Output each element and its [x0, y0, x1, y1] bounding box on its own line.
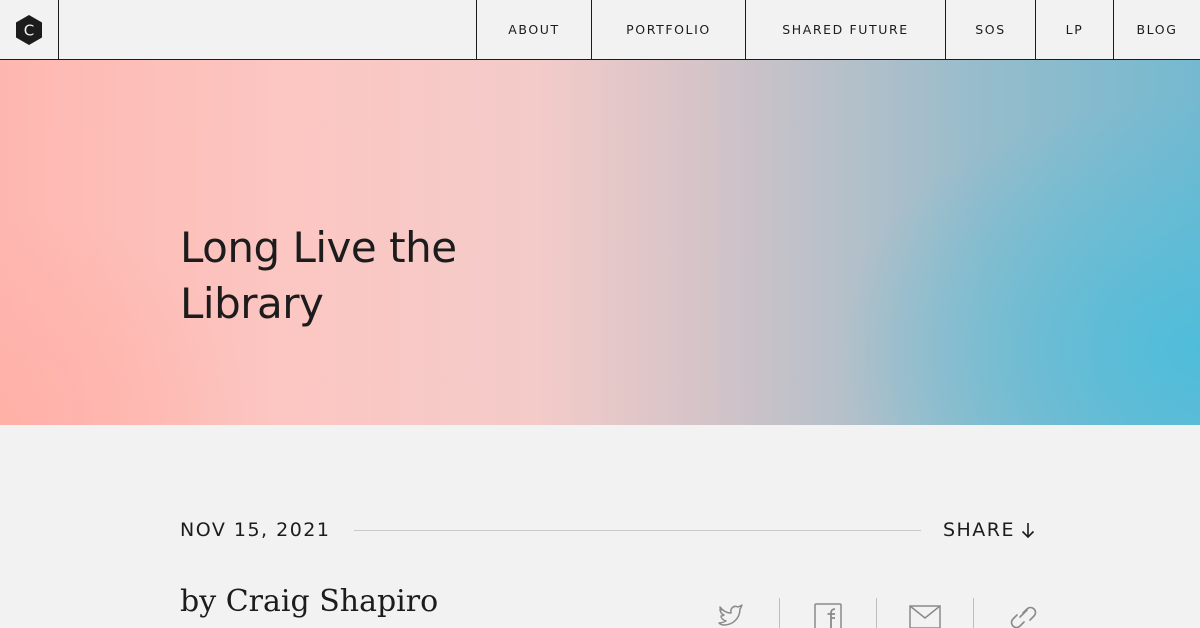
nav-sos[interactable]: SOS	[945, 0, 1035, 59]
share-facebook-button[interactable]	[797, 598, 859, 628]
nav-lp[interactable]: LP	[1035, 0, 1113, 59]
share-twitter-button[interactable]	[700, 598, 762, 628]
share-divider	[973, 598, 974, 628]
post-byline: by Craig Shapiro	[180, 584, 439, 619]
post-date: NOV 15, 2021	[180, 519, 331, 541]
link-icon	[1010, 606, 1037, 628]
share-icon-row	[700, 598, 1053, 628]
share-divider	[779, 598, 780, 628]
share-toggle-button[interactable]: SHARE	[943, 519, 1035, 541]
share-email-button[interactable]	[894, 598, 956, 628]
twitter-icon	[718, 604, 743, 626]
nav-portfolio[interactable]: PORTFOLIO	[591, 0, 745, 59]
meta-divider	[354, 529, 921, 531]
nav-blog[interactable]: BLOG	[1113, 0, 1200, 59]
logo-letter: C	[24, 21, 34, 39]
hero-banner: Long Live the Library	[0, 60, 1200, 425]
facebook-icon	[814, 603, 842, 628]
logo-link[interactable]: C	[0, 0, 59, 59]
hexagon-logo-icon: C	[16, 14, 42, 45]
main-nav: ABOUT PORTFOLIO SHARED FUTURE SOS LP BLO…	[476, 0, 1200, 59]
nav-about[interactable]: ABOUT	[476, 0, 591, 59]
post-meta-row: NOV 15, 2021 SHARE	[180, 515, 1035, 545]
email-icon	[909, 605, 941, 628]
post-title: Long Live the Library	[180, 223, 457, 328]
share-divider	[876, 598, 877, 628]
copy-link-button[interactable]	[991, 598, 1053, 628]
top-navigation-bar: C ABOUT PORTFOLIO SHARED FUTURE SOS LP B…	[0, 0, 1200, 60]
share-label: SHARE	[942, 519, 1015, 541]
nav-shared-future[interactable]: SHARED FUTURE	[745, 0, 945, 59]
arrow-down-icon	[1021, 521, 1035, 539]
